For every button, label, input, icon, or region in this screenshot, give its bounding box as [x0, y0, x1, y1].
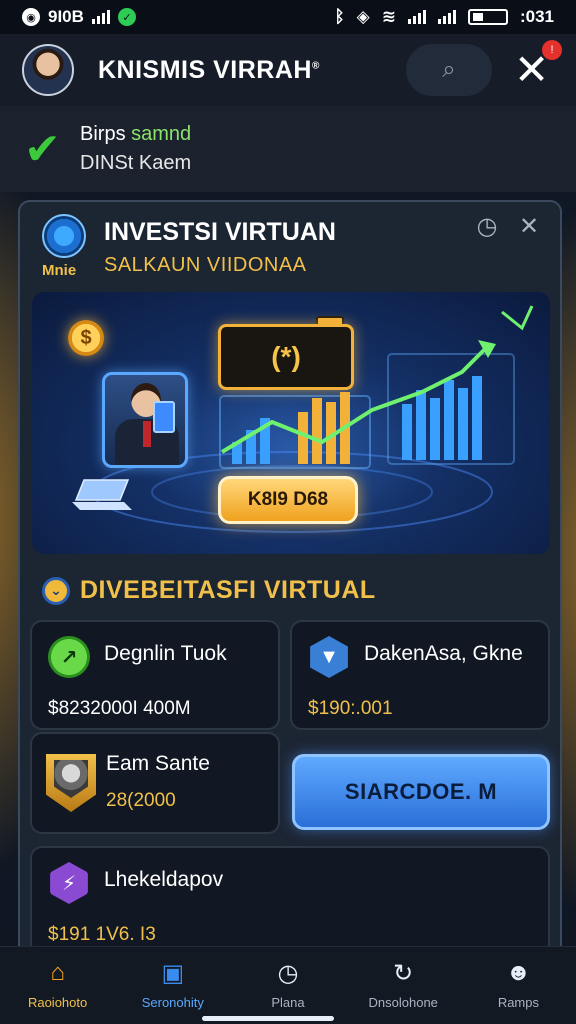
asset-name: Lhekeldapov: [104, 868, 224, 891]
green-chart-icon: ↗: [48, 636, 90, 678]
nav-label: Ramps: [497, 995, 539, 1010]
signal-icon: [91, 10, 110, 24]
display-screen: (*): [218, 324, 354, 390]
section-header: ⌄ DIVEBEITASFI VIRTUAL: [42, 576, 376, 605]
trademark-mark: ®: [311, 60, 320, 72]
nav-item-history[interactable]: ↻ Dnsolohone: [346, 947, 461, 1024]
panel-subtitle: SALKAUN VIIDONAA: [104, 254, 307, 276]
asset-card[interactable]: ▼ DakenAsa, Gkne $190:.001: [290, 620, 550, 730]
bottom-nav: ⌂ Raoiohoto ▣ Seronohity ◷ Plana ↻ Dnsol…: [0, 946, 576, 1024]
nav-label: Plana: [271, 995, 305, 1010]
nav-item-plans[interactable]: ◷ Plana: [230, 947, 345, 1024]
brand-globe-icon: [42, 214, 86, 258]
nav-label: Dnsolohone: [368, 995, 438, 1010]
nav-item-security[interactable]: ▣ Seronohity: [115, 947, 230, 1024]
wifi-icon: ≋: [381, 7, 396, 26]
search-icon: ⌕: [442, 56, 456, 83]
asset-card[interactable]: ↗ Degnlin Tuok $8232000I 400M: [30, 620, 280, 730]
signal-icon: [407, 10, 426, 24]
app-title-text: KNISMIS VIRRAH: [98, 55, 312, 84]
nfc-icon: ◈: [356, 7, 370, 26]
panel-header: Mnie INVESTSI VIRTUAN SALKAUN VIIDONAA ◷…: [42, 214, 544, 284]
checkmark-icon: ✔: [24, 124, 61, 174]
notice-prefix: Birps: [80, 123, 126, 145]
close-panel-icon[interactable]: ✕: [516, 214, 542, 240]
primary-action-button[interactable]: SIARCDOE. M: [292, 754, 550, 830]
stack-icon: ▣: [161, 959, 185, 987]
coin-icon: $: [68, 320, 104, 356]
asset-name: Degnlin Tuok: [104, 642, 227, 665]
asset-name: Eam Sante: [106, 752, 210, 775]
app-title: KNISMIS VIRRAH®: [98, 56, 320, 85]
purple-hex-icon: ⚡: [50, 862, 88, 904]
nav-label: Raoiohoto: [27, 995, 88, 1010]
nav-item-profile[interactable]: ☻ Ramps: [461, 947, 576, 1024]
asset-name: DakenAsa, Gkne: [364, 642, 523, 665]
home-indicator[interactable]: [202, 1016, 334, 1021]
app-header: KNISMIS VIRRAH® ⌕ ✕ !: [0, 34, 576, 106]
nav-label: Seronohity: [141, 995, 204, 1010]
status-bar: ◉ 9I0B ✓ ᛒ ◈ ≋ :031: [0, 0, 576, 34]
asset-value: $190:.001: [308, 698, 393, 719]
panel-title: INVESTSI VIRTUAN: [104, 218, 336, 246]
asset-card[interactable]: ⚡ Lhekeldapov $191 1V6. I3: [30, 846, 550, 956]
investment-panel: Mnie INVESTSI VIRTUAN SALKAUN VIIDONAA ◷…: [18, 200, 562, 960]
history-icon[interactable]: ◷: [474, 214, 500, 240]
profile-icon: ☻: [505, 959, 532, 986]
close-button[interactable]: ✕ !: [514, 40, 562, 91]
battery-icon: [467, 9, 508, 25]
asset-value: $191 1V6. I3: [48, 924, 156, 945]
laptop-icon: [72, 479, 132, 510]
portrait-badge-icon: [46, 754, 96, 812]
avatar[interactable]: [22, 44, 74, 96]
bluetooth-icon: ᛒ: [334, 7, 345, 26]
notification-badge: !: [542, 40, 562, 60]
chevron-down-icon[interactable]: ⌄: [42, 576, 70, 605]
carrier-label: 9I0B: [48, 7, 84, 26]
home-icon: ⌂: [50, 959, 65, 986]
section-title: DIVEBEITASFI VIRTUAL: [80, 576, 376, 604]
hero-cta-button[interactable]: K8I9 D68: [218, 476, 358, 524]
blue-shield-icon: ▼: [310, 636, 348, 678]
app-icon: ◉: [22, 8, 40, 26]
signal-icon: [437, 10, 456, 24]
notice-highlight: samnd: [131, 123, 192, 145]
investor-portrait: [102, 372, 188, 468]
brand-tag: Mnie: [42, 262, 77, 279]
search-button[interactable]: ⌕: [406, 44, 492, 96]
shield-check-icon: ✓: [117, 8, 136, 26]
nav-item-home[interactable]: ⌂ Raoiohoto: [0, 947, 115, 1024]
refresh-icon: ↻: [393, 959, 414, 987]
clock-icon: ◷: [277, 959, 299, 987]
notice-line-2: DINSt Kaem: [80, 152, 192, 174]
asset-value: 28(2000: [106, 790, 176, 811]
asset-value: $8232000I 400M: [48, 698, 191, 719]
hero-illustration: $ (*) K8I9 D68: [32, 292, 550, 554]
notice-line-1: Birps samnd: [80, 123, 191, 146]
success-notice: ✔ Birps samnd DINSt Kaem: [0, 106, 576, 192]
status-time: :031: [519, 7, 554, 26]
asset-card[interactable]: Eam Sante 28(2000: [30, 732, 280, 834]
